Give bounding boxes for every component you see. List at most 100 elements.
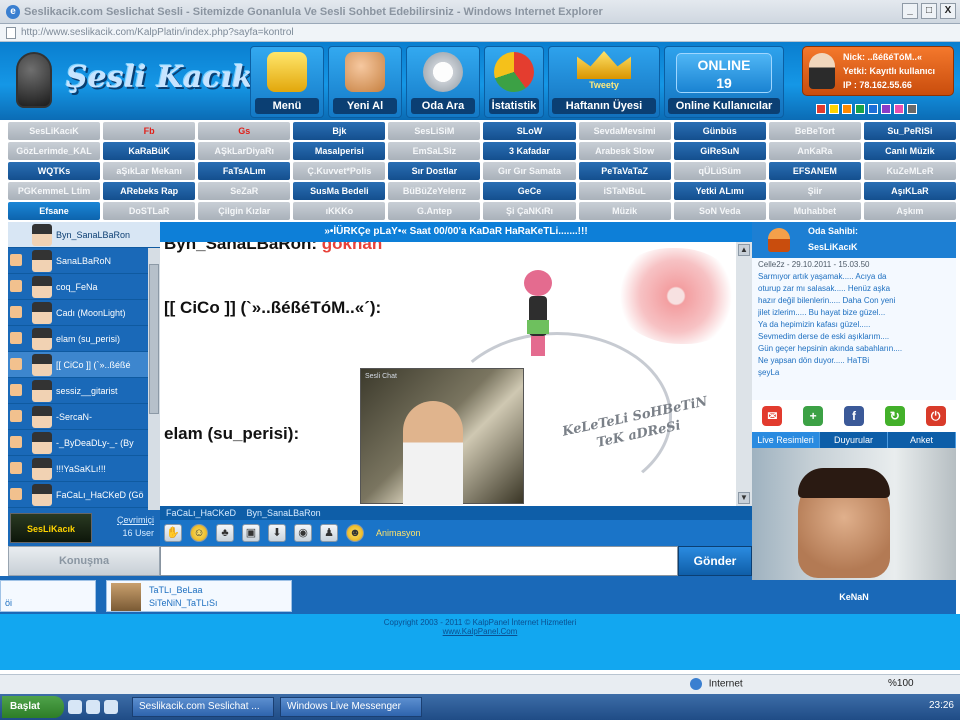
animation-label[interactable]: Animasyon <box>376 528 421 538</box>
user-list-item[interactable]: elam (su_perisi) <box>8 326 160 352</box>
user-list-item[interactable]: Cadı (MoonLight) <box>8 300 160 326</box>
mini-logo[interactable]: SesLiKacık <box>10 513 92 543</box>
theme-color-swatch[interactable] <box>842 104 852 114</box>
smiley-icon[interactable]: ☺ <box>190 524 208 542</box>
room-button[interactable]: Müzik <box>578 202 671 220</box>
quicklaunch-icon[interactable] <box>68 700 82 714</box>
theme-color-swatch[interactable] <box>881 104 891 114</box>
quicklaunch-icon[interactable] <box>86 700 100 714</box>
person-icon[interactable]: ♟ <box>320 524 338 542</box>
user-list-item[interactable]: [[ CiCo ]] (`»..ßéßé <box>8 352 160 378</box>
theme-color-swatch[interactable] <box>868 104 878 114</box>
room-button[interactable]: PGKemmeL Ltim <box>8 182 101 200</box>
room-button[interactable]: SesLiKacıK <box>8 122 101 140</box>
online-users-button[interactable]: ONLINE 19 Online Kullanıcılar <box>664 46 784 118</box>
start-button[interactable]: Başlat <box>2 696 64 718</box>
user-list-item[interactable]: coq_FeNa <box>8 274 160 300</box>
room-button[interactable]: KuZeMLeR <box>863 162 956 180</box>
room-button[interactable]: Aşkım <box>863 202 956 220</box>
tab-live-images[interactable]: Live Resimleri <box>752 432 820 448</box>
online-summary-label[interactable]: Çevrimiçi <box>117 514 154 527</box>
address-url[interactable]: http://www.seslikacik.com/KalpPlatin/ind… <box>21 27 294 38</box>
room-button[interactable]: SesLiSiM <box>388 122 481 140</box>
room-button[interactable]: SeZaR <box>198 182 291 200</box>
theme-color-swatch[interactable] <box>816 104 826 114</box>
room-button[interactable]: KaRaBüK <box>103 142 196 160</box>
mail-icon[interactable]: ✉ <box>762 406 783 426</box>
user-list-scrollbar[interactable] <box>148 248 160 510</box>
user-list-item[interactable]: SanaLBaRoN <box>8 248 160 274</box>
room-button[interactable]: G.Antep <box>388 202 481 220</box>
message-input[interactable] <box>160 546 678 576</box>
room-button[interactable]: WQTKs <box>8 162 101 180</box>
site-logo[interactable]: Şesli Kacık <box>8 46 253 116</box>
room-button[interactable]: Yetki ALımı <box>673 182 766 200</box>
room-button[interactable]: GözLerimde_KAL <box>8 142 101 160</box>
quicklaunch-icon[interactable] <box>104 700 118 714</box>
room-button[interactable]: PeTaVaTaZ <box>578 162 671 180</box>
room-search-button[interactable]: Oda Ara <box>406 46 480 118</box>
user-list-item[interactable]: sessiz__gitarist <box>8 378 160 404</box>
room-button[interactable]: Fb <box>103 122 196 140</box>
room-button[interactable]: SLoW <box>483 122 576 140</box>
featured-user-card[interactable]: öi <box>0 580 96 612</box>
room-button[interactable]: AnKaRa <box>768 142 861 160</box>
theme-color-swatch[interactable] <box>894 104 904 114</box>
room-button[interactable]: aŞıkLar Mekanı <box>103 162 196 180</box>
address-bar[interactable]: http://www.seslikacik.com/KalpPlatin/ind… <box>0 24 960 42</box>
scrollbar-thumb[interactable] <box>149 264 159 414</box>
webcam-view[interactable] <box>752 448 956 580</box>
room-button[interactable]: Günbüs <box>673 122 766 140</box>
hand-icon[interactable]: ✋ <box>164 524 182 542</box>
add-friend-icon[interactable]: + <box>803 406 824 426</box>
refresh-icon[interactable]: ↻ <box>884 406 905 426</box>
taskbar-item[interactable]: Windows Live Messenger <box>280 697 422 717</box>
close-button[interactable]: X <box>940 3 956 19</box>
room-button[interactable]: SevdaMevsimi <box>578 122 671 140</box>
power-icon[interactable]: ⏻ <box>925 406 946 426</box>
room-button[interactable]: AŞkLarDiyaRı <box>198 142 291 160</box>
room-button[interactable]: FaTsALım <box>198 162 291 180</box>
taskbar-item[interactable]: Seslikacik.com Seslichat ... <box>132 697 274 717</box>
add-new-button[interactable]: Yeni Al <box>328 46 402 118</box>
room-button[interactable]: Arabesk Slow <box>578 142 671 160</box>
user-list-item[interactable]: !!!YaSaKLı!!! <box>8 456 160 482</box>
maximize-button[interactable]: □ <box>921 3 937 19</box>
room-button[interactable]: Sır Dostlar <box>388 162 481 180</box>
tab-announcements[interactable]: Duyurular <box>820 432 888 448</box>
room-button[interactable]: Bjk <box>293 122 386 140</box>
shared-image[interactable]: Sesli Chat <box>360 368 524 505</box>
room-button[interactable]: Canlı Müzik <box>863 142 956 160</box>
room-button[interactable]: iSTaNBuL <box>578 182 671 200</box>
message-nick[interactable]: [[ CiCo ]] (`»..ßéßéTóM..«´): <box>164 298 381 317</box>
theme-color-swatch[interactable] <box>855 104 865 114</box>
menu-button[interactable]: Menü <box>250 46 324 118</box>
message-nick[interactable]: Byn_SanaLBaRon: <box>164 242 317 253</box>
room-button[interactable]: EFSANEM <box>768 162 861 180</box>
featured-user-card[interactable]: TaTLı_BeLaa SiTeNiN_TaTLıSı <box>106 580 292 612</box>
private-tab[interactable]: Byn_SanaLBaRon <box>247 508 321 518</box>
tab-poll[interactable]: Anket <box>888 432 956 448</box>
room-button[interactable]: Şiir <box>768 182 861 200</box>
room-button[interactable]: GiReSuN <box>673 142 766 160</box>
room-button[interactable]: DoSTLaR <box>103 202 196 220</box>
private-tab[interactable]: FaCaLı_HaCKeD <box>166 508 236 518</box>
room-button[interactable]: Su_PeRiSi <box>863 122 956 140</box>
room-button[interactable]: SoN Veda <box>673 202 766 220</box>
eye-icon[interactable]: ◉ <box>294 524 312 542</box>
room-button[interactable]: Masalperisi <box>293 142 386 160</box>
users-icon[interactable]: ♣ <box>216 524 234 542</box>
conversation-tab[interactable]: Konuşma <box>8 546 160 576</box>
footer-link[interactable]: www.KalpPanel.Com <box>0 627 960 636</box>
room-button[interactable]: BüBüZeYelerız <box>388 182 481 200</box>
room-button[interactable]: AşıKLaR <box>863 182 956 200</box>
theme-color-swatch[interactable] <box>829 104 839 114</box>
room-button[interactable]: qÜLüSüm <box>673 162 766 180</box>
user-list-item[interactable]: Byn_SanaLBaRon <box>8 222 160 248</box>
download-icon[interactable]: ⬇ <box>268 524 286 542</box>
room-button[interactable]: Şi ÇaNKıRı <box>483 202 576 220</box>
webcam-user-name[interactable]: KeNaN <box>752 580 956 614</box>
user-list-item[interactable]: -_ByDeaDLy-_- (By <box>8 430 160 456</box>
room-button[interactable]: EmSaLSiz <box>388 142 481 160</box>
room-button[interactable]: Gır Gır Samata <box>483 162 576 180</box>
